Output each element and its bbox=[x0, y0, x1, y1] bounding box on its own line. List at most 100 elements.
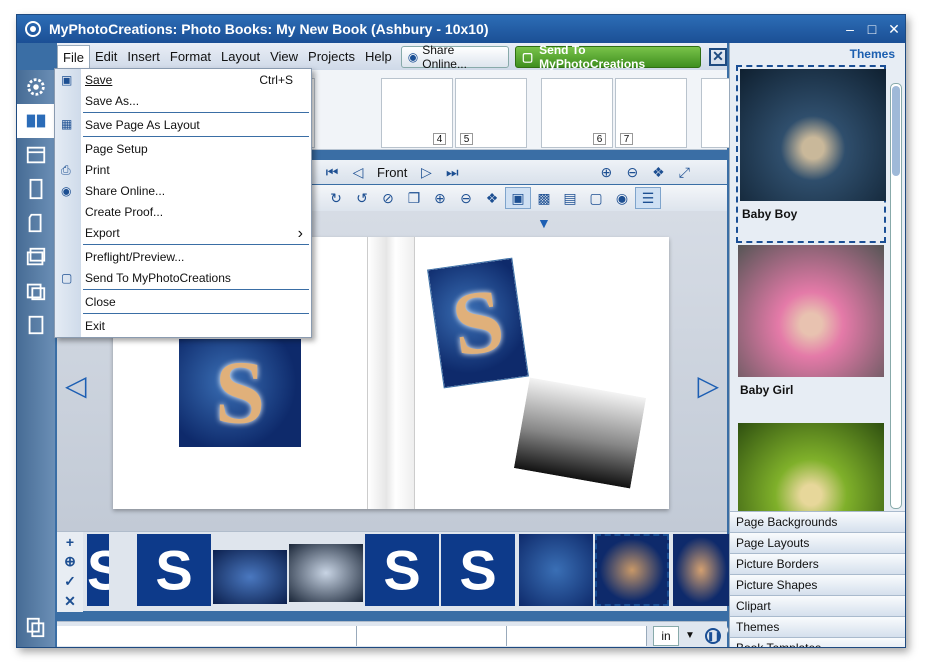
themes-scrollbar[interactable] bbox=[890, 83, 902, 509]
tray-photo[interactable] bbox=[289, 544, 363, 602]
page-thumb[interactable]: 5 bbox=[455, 78, 527, 148]
menu-preflight[interactable]: Preflight/Preview... bbox=[85, 248, 184, 266]
tool-frames[interactable] bbox=[17, 274, 55, 308]
tray-photo[interactable]: S bbox=[441, 534, 515, 606]
tray-photo[interactable] bbox=[213, 550, 287, 604]
tool-calendar[interactable] bbox=[17, 138, 55, 172]
check-icon[interactable]: ✓ bbox=[64, 573, 76, 590]
image-icon[interactable]: ▣ bbox=[505, 187, 531, 209]
tool-settings[interactable] bbox=[17, 70, 55, 104]
accordion-page-layouts[interactable]: Page Layouts bbox=[730, 532, 905, 553]
tool-pages[interactable] bbox=[17, 240, 55, 274]
fit-page-icon[interactable]: ❖ bbox=[645, 161, 671, 183]
photo-s-left[interactable]: S bbox=[179, 339, 301, 447]
tray-photo-selected[interactable] bbox=[595, 534, 669, 606]
page-thumb[interactable]: 7 bbox=[615, 78, 687, 148]
add-folder-icon[interactable]: ⊕ bbox=[64, 553, 76, 570]
fit-photo-icon[interactable]: ❖ bbox=[479, 187, 505, 209]
red-eye-icon[interactable]: ◉ bbox=[609, 187, 635, 209]
tool-card[interactable] bbox=[17, 206, 55, 240]
add-photo-icon[interactable]: + bbox=[66, 534, 74, 550]
chevron-down-icon[interactable]: ▼ bbox=[685, 630, 695, 641]
zoom-out-icon[interactable]: ⊖ bbox=[619, 161, 645, 183]
accordion-themes[interactable]: Themes bbox=[730, 616, 905, 637]
photo-tray: + ⊕ ✓ ✕ S S S S bbox=[57, 531, 729, 635]
menu-layout[interactable]: Layout bbox=[216, 45, 265, 68]
menu-format[interactable]: Format bbox=[165, 45, 216, 68]
photo-forest[interactable] bbox=[513, 377, 647, 489]
send-to-button[interactable]: ▢ Send To MyPhotoCreations bbox=[514, 43, 702, 71]
menu-help[interactable]: Help bbox=[360, 45, 397, 68]
menu-share-online[interactable]: Share Online... bbox=[85, 182, 165, 200]
close-icon[interactable]: ✕ bbox=[885, 20, 903, 38]
menu-projects[interactable]: Projects bbox=[303, 45, 360, 68]
accordion-picture-borders[interactable]: Picture Borders bbox=[730, 553, 905, 574]
prev-page-icon[interactable]: ◁ bbox=[345, 161, 371, 183]
menu-print[interactable]: Print bbox=[85, 161, 110, 179]
tray-photo[interactable] bbox=[519, 534, 593, 606]
photo-s-right[interactable]: S bbox=[427, 257, 529, 389]
page-thumb[interactable]: 6 bbox=[541, 78, 613, 148]
menu-bar: File Edit Insert Format Layout View Proj… bbox=[57, 43, 727, 71]
theme-item[interactable] bbox=[736, 421, 886, 513]
page-thumb[interactable] bbox=[701, 78, 731, 148]
accordion-page-backgrounds[interactable]: Page Backgrounds bbox=[730, 511, 905, 532]
next-page-icon[interactable]: ▷ bbox=[413, 161, 439, 183]
page-thumb[interactable]: 4 bbox=[381, 78, 453, 148]
image-bw-icon[interactable]: ▤ bbox=[557, 187, 583, 209]
menu-save-page-as-layout[interactable]: Save Page As Layout bbox=[85, 116, 200, 134]
gradient-icon[interactable]: ▢ bbox=[583, 187, 609, 209]
accordion-book-templates[interactable]: Book Templates bbox=[730, 637, 905, 647]
remove-icon[interactable]: ✕ bbox=[64, 593, 76, 610]
no-rotate-icon[interactable]: ⊘ bbox=[375, 187, 401, 209]
menu-create-proof[interactable]: Create Proof... bbox=[85, 203, 163, 221]
rotate-right-icon[interactable]: ↻ bbox=[323, 187, 349, 209]
menu-insert[interactable]: Insert bbox=[122, 45, 165, 68]
page-icon bbox=[28, 315, 44, 335]
menu-close[interactable]: Close bbox=[85, 293, 116, 311]
zoom-in-icon[interactable]: ⊕ bbox=[593, 161, 619, 183]
tray-photo[interactable]: S bbox=[87, 534, 109, 606]
accordion-clipart[interactable]: Clipart bbox=[730, 595, 905, 616]
menu-export[interactable]: Export bbox=[85, 224, 120, 242]
first-page-icon[interactable]: ⏮ bbox=[319, 161, 345, 183]
close-project-icon[interactable]: ✕ bbox=[709, 47, 727, 66]
forest-art bbox=[513, 377, 647, 489]
prev-spread-icon[interactable]: ◁ bbox=[65, 369, 87, 402]
themes-scroll-thumb[interactable] bbox=[892, 86, 900, 176]
tray-photo[interactable]: S bbox=[137, 534, 211, 606]
theme-item[interactable]: Baby Girl bbox=[736, 243, 886, 421]
menu-save[interactable]: Save bbox=[85, 71, 112, 89]
last-page-icon[interactable]: ⏭ bbox=[439, 161, 465, 183]
shadow-icon[interactable]: ❐ bbox=[401, 187, 427, 209]
theme-thumbnail bbox=[738, 423, 884, 513]
maximize-icon[interactable]: □ bbox=[863, 20, 881, 38]
menu-view[interactable]: View bbox=[265, 45, 303, 68]
tool-book[interactable] bbox=[17, 104, 55, 138]
zoom-photo-out-icon[interactable]: ⊖ bbox=[453, 187, 479, 209]
menu-exit[interactable]: Exit bbox=[85, 317, 105, 335]
menu-send-to[interactable]: Send To MyPhotoCreations bbox=[85, 269, 231, 287]
accordion-picture-shapes[interactable]: Picture Shapes bbox=[730, 574, 905, 595]
adjust-icon[interactable]: ☰ bbox=[635, 187, 661, 209]
menu-page-setup[interactable]: Page Setup bbox=[85, 140, 148, 158]
tool-film[interactable] bbox=[17, 172, 55, 206]
share-online-button[interactable]: ◉ Share Online... bbox=[400, 43, 509, 71]
tool-page[interactable] bbox=[17, 308, 55, 342]
tool-copy[interactable] bbox=[17, 610, 55, 644]
tray-photo[interactable] bbox=[673, 534, 729, 606]
photo-art: S bbox=[428, 258, 528, 388]
next-spread-icon[interactable]: ▷ bbox=[697, 369, 719, 402]
image-color-icon[interactable]: ▩ bbox=[531, 187, 557, 209]
menu-file[interactable]: File bbox=[57, 45, 90, 68]
pause-icon[interactable]: ❚❚ bbox=[704, 627, 722, 644]
menu-edit[interactable]: Edit bbox=[90, 45, 122, 68]
rotate-left-icon[interactable]: ↺ bbox=[349, 187, 375, 209]
zoom-photo-in-icon[interactable]: ⊕ bbox=[427, 187, 453, 209]
tray-photo[interactable]: S bbox=[365, 534, 439, 606]
unit-select[interactable]: in bbox=[653, 625, 679, 646]
minimize-icon[interactable]: – bbox=[841, 20, 859, 38]
theme-item[interactable]: Baby Boy bbox=[736, 65, 886, 243]
menu-save-as[interactable]: Save As... bbox=[85, 92, 139, 110]
fullscreen-icon[interactable]: ⤢ bbox=[671, 161, 697, 183]
